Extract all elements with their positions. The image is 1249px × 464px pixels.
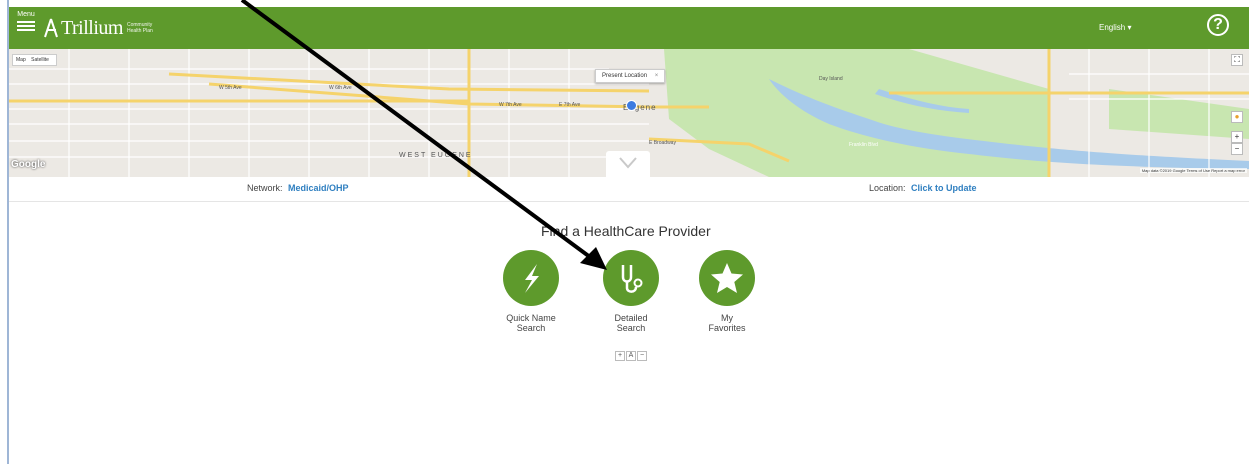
present-location-popup: Present Location ×: [595, 69, 666, 83]
street-view-pegman-icon[interactable]: ●: [1231, 111, 1243, 123]
svg-text:E Broadway: E Broadway: [649, 140, 676, 146]
help-icon[interactable]: ?: [1207, 14, 1229, 36]
location-update-link[interactable]: Click to Update: [911, 183, 977, 193]
menu-button[interactable]: Menu: [17, 11, 35, 41]
stethoscope-icon: [621, 265, 643, 293]
location-selector: Location: Click to Update: [869, 183, 977, 193]
location-label: Location:: [869, 183, 906, 193]
fullscreen-icon[interactable]: ⛶: [1231, 54, 1243, 66]
google-logo: Google: [11, 159, 46, 170]
svg-text:WEST EUGENE: WEST EUGENE: [399, 152, 473, 159]
app: Menu Trillium Community Health Plan Engli…: [9, 7, 1249, 464]
my-favorites-caption[interactable]: My Favorites: [687, 313, 767, 333]
svg-text:W 5th Ave: W 5th Ave: [219, 85, 242, 91]
network-link[interactable]: Medicaid/OHP: [288, 183, 349, 193]
svg-text:Day Island: Day Island: [819, 76, 843, 82]
trillium-logo[interactable]: Trillium Community Health Plan: [43, 16, 153, 40]
location-marker-icon[interactable]: [626, 100, 637, 111]
lightning-bolt-icon: [525, 264, 539, 293]
map-view[interactable]: W 5th Ave W 6th Ave W 7th Ave E 7th Ave …: [9, 49, 1249, 177]
map-type-toggle[interactable]: Map Satellite: [12, 54, 57, 66]
quick-name-search-caption[interactable]: Quick Name Search: [491, 313, 571, 333]
zoom-out-button[interactable]: −: [1231, 143, 1243, 155]
network-selector: Network: Medicaid/OHP: [247, 183, 349, 193]
close-icon[interactable]: ×: [655, 73, 659, 79]
map-tab[interactable]: Map: [16, 57, 26, 63]
map-attribution[interactable]: Map data ©2019 Google Terms of Use Repor…: [1139, 168, 1247, 173]
svg-text:W 7th Ave: W 7th Ave: [499, 102, 522, 108]
star-icon: [711, 263, 743, 293]
network-label: Network:: [247, 183, 283, 193]
font-reset-button[interactable]: A: [626, 351, 636, 361]
trillium-leaf-icon: [44, 18, 58, 38]
detailed-search-button[interactable]: [603, 250, 659, 306]
logo-name: Trillium: [61, 16, 123, 39]
satellite-tab[interactable]: Satellite: [31, 57, 49, 63]
menu-label: Menu: [17, 11, 35, 18]
hamburger-icon: [17, 21, 35, 31]
svg-text:E 7th Ave: E 7th Ave: [559, 102, 581, 108]
font-increase-button[interactable]: +: [615, 351, 625, 361]
detailed-search-caption[interactable]: Detailed Search: [591, 313, 671, 333]
font-decrease-button[interactable]: −: [637, 351, 647, 361]
network-location-bar: Network: Medicaid/OHP Location: Click to…: [9, 177, 1249, 202]
zoom-in-button[interactable]: +: [1231, 131, 1243, 143]
page-title: Find a HealthCare Provider: [541, 223, 711, 239]
window-frame-left: [0, 0, 9, 464]
quick-name-search-button[interactable]: [503, 250, 559, 306]
present-location-label: Present Location: [602, 73, 648, 79]
top-header: Menu Trillium Community Health Plan Engli…: [9, 7, 1249, 49]
svg-text:Franklin Blvd: Franklin Blvd: [849, 142, 878, 148]
language-dropdown[interactable]: English ▾: [1099, 23, 1131, 32]
logo-tagline: Community Health Plan: [126, 22, 153, 34]
font-size-controls: + A −: [615, 351, 648, 361]
svg-text:W 6th Ave: W 6th Ave: [329, 85, 352, 91]
map-collapse-toggle[interactable]: [606, 151, 650, 177]
chevron-down-icon: [619, 157, 637, 169]
my-favorites-button[interactable]: [699, 250, 755, 306]
